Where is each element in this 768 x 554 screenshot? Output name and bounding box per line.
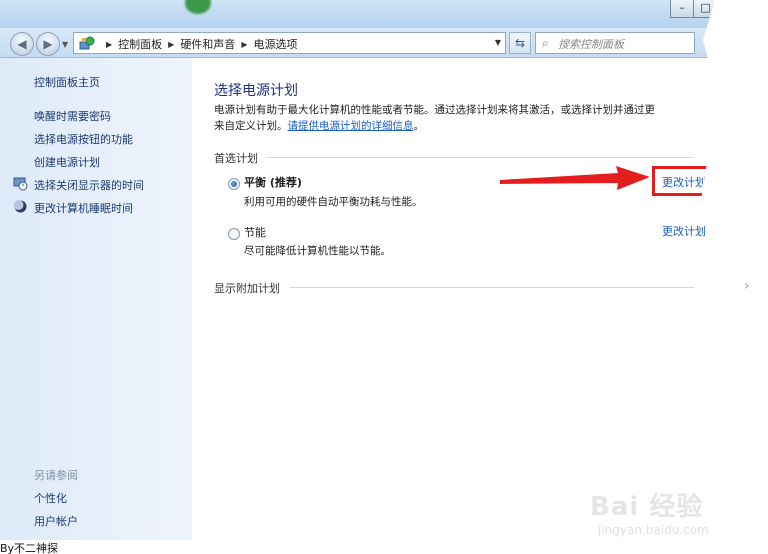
preferred-plans-heading: 首选计划 <box>214 152 258 165</box>
description-prefix: 来自定义计划。 <box>214 120 288 132</box>
radio-power-saver[interactable] <box>228 228 240 240</box>
divider <box>290 287 694 288</box>
red-highlight-box <box>652 166 714 196</box>
description-line: 电源计划有助于最大化计算机的性能或者节能。通过选择计划来将其激活，或选择计划并通… <box>214 104 655 116</box>
sidebar-item-user-accounts[interactable]: 用户帐户 <box>34 513 78 529</box>
control-panel-icon <box>79 36 95 50</box>
window-title: … <box>185 0 198 15</box>
search-input[interactable]: ⌕ 搜索控制面板 <box>535 32 695 54</box>
see-also-heading: 另请参阅 <box>34 469 78 482</box>
radio-balanced[interactable] <box>228 178 240 190</box>
plan-name-power-saver[interactable]: 节能 <box>244 224 266 240</box>
back-button[interactable]: ◀ <box>10 32 34 56</box>
sidebar-item-personalization[interactable]: 个性化 <box>34 490 67 506</box>
minimize-button[interactable]: – <box>670 0 694 18</box>
author-credit: By不二神探 <box>0 542 59 554</box>
divider <box>266 157 694 158</box>
red-arrow-icon <box>500 166 650 190</box>
page-title: 选择电源计划 <box>214 83 298 99</box>
watermark-logo: Bai 经验 <box>590 492 704 522</box>
forward-arrow-icon: ▶ <box>43 37 53 51</box>
sidebar-item-create-plan[interactable]: 创建电源计划 <box>34 154 100 170</box>
description-line2: 来自定义计划。请提供电源计划的详细信息。 <box>214 118 694 134</box>
watermark-url: jingyan.baidu.com <box>598 523 709 537</box>
navigation-bar: ◀ ▶ ▼ ▶ 控制面板 ▶ 硬件和声音 ▶ 电源选项 ▼ ⇆ ⌕ 搜索控制面板 <box>0 28 768 58</box>
breadcrumb-hardware-sound[interactable]: 硬件和声音 <box>180 36 235 52</box>
description-suffix: 。 <box>413 120 425 132</box>
address-bar[interactable]: ▶ 控制面板 ▶ 硬件和声音 ▶ 电源选项 ▼ <box>73 32 506 54</box>
change-plan-link-power-saver[interactable]: 更改计划 <box>662 223 706 239</box>
address-dropdown-icon[interactable]: ▼ <box>495 38 501 47</box>
plan-desc-power-saver: 尽可能降低计算机性能以节能。 <box>244 245 391 257</box>
breadcrumb-control-panel[interactable]: 控制面板 <box>118 36 162 52</box>
moon-icon <box>13 200 27 213</box>
main-content: 选择电源计划 电源计划有助于最大化计算机的性能或者节能。通过选择计划来将其激活，… <box>192 58 714 548</box>
chevron-right-icon[interactable]: ▶ <box>168 40 174 49</box>
plan-details-link[interactable]: 请提供电源计划的详细信息 <box>288 120 414 132</box>
bottom-strip <box>0 540 768 554</box>
additional-plans-heading[interactable]: 显示附加计划 <box>214 280 280 296</box>
search-icon: ⌕ <box>542 36 549 50</box>
back-arrow-icon: ◀ <box>17 37 27 51</box>
refresh-icon: ⇆ <box>514 36 526 50</box>
description: 电源计划有助于最大化计算机的性能或者节能。通过选择计划来将其激活，或选择计划并通… <box>214 102 694 134</box>
recent-pages-dropdown[interactable]: ▼ <box>62 40 68 49</box>
plan-name-balanced[interactable]: 平衡 (推荐) <box>244 174 302 190</box>
maximize-button[interactable]: □ <box>694 0 718 18</box>
refresh-button[interactable]: ⇆ <box>509 32 531 54</box>
sidebar-item-sleep-time[interactable]: 更改计算机睡眠时间 <box>34 200 133 216</box>
baidu-watermark: Bai 经验 jingyan.baidu.com <box>590 486 709 537</box>
breadcrumb-power-options[interactable]: 电源选项 <box>253 36 297 52</box>
title-bar: … – □ <box>0 0 768 28</box>
forward-button[interactable]: ▶ <box>36 32 60 56</box>
chevron-right-icon: › <box>744 278 750 294</box>
sidebar-item-wake-password[interactable]: 唤醒时需要密码 <box>34 108 111 124</box>
sidebar-item-control-panel-home[interactable]: 控制面板主页 <box>34 74 100 90</box>
breadcrumb: ▶ 控制面板 ▶ 硬件和声音 ▶ 电源选项 <box>100 36 297 52</box>
search-placeholder: 搜索控制面板 <box>558 38 624 51</box>
plan-desc-balanced: 利用可用的硬件自动平衡功耗与性能。 <box>244 196 423 208</box>
sidebar-item-display-off[interactable]: 选择关闭显示器的时间 <box>34 177 144 193</box>
window-controls: – □ <box>670 0 718 18</box>
chevron-right-icon[interactable]: ▶ <box>241 40 247 49</box>
torn-edge <box>699 0 768 554</box>
sidebar: 控制面板主页 唤醒时需要密码 选择电源按钮的功能 创建电源计划 选择关闭显示器的… <box>0 58 192 548</box>
chevron-right-icon[interactable]: ▶ <box>106 40 112 49</box>
sidebar-item-power-buttons[interactable]: 选择电源按钮的功能 <box>34 131 133 147</box>
monitor-clock-icon <box>13 177 28 191</box>
